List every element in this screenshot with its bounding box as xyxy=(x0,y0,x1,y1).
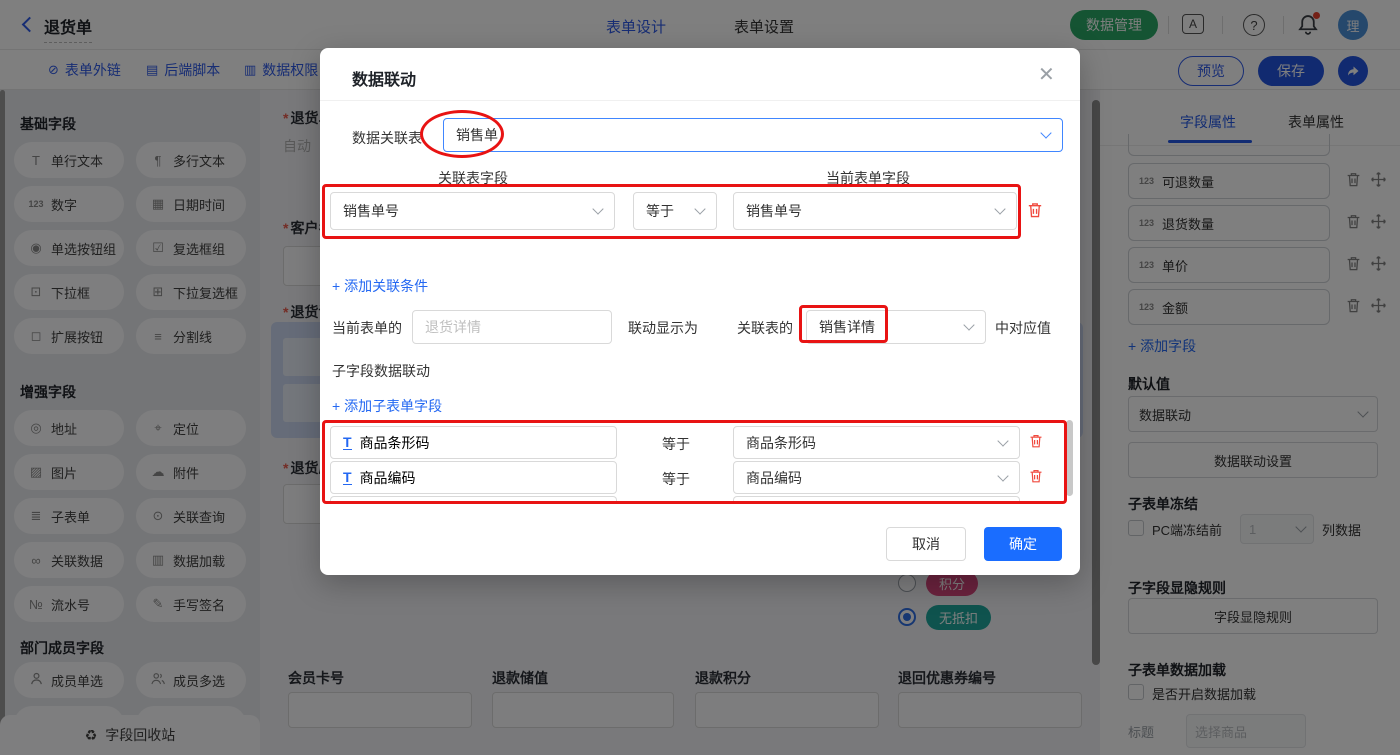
modal-header-divider xyxy=(320,100,1080,101)
display-rel-label: 关联表的 xyxy=(737,318,793,338)
display-middle: 联动显示为 xyxy=(628,318,698,338)
display-field-input[interactable]: 退货详情 xyxy=(412,310,612,344)
modal-title: 数据联动 xyxy=(352,66,416,90)
add-condition-link[interactable]: + 添加关联条件 xyxy=(332,276,428,296)
subfield-linkage-title: 子字段数据联动 xyxy=(332,361,430,381)
chevron-down-icon xyxy=(1040,127,1051,138)
confirm-button[interactable]: 确定 xyxy=(984,527,1062,561)
cancel-button[interactable]: 取消 xyxy=(886,527,966,561)
display-prefix: 当前表单的 xyxy=(332,318,402,338)
annotation-box-condition-row xyxy=(322,184,1021,239)
delete-condition-icon[interactable] xyxy=(1026,201,1044,224)
annotation-circle-relation-table xyxy=(420,110,504,158)
relation-table-select[interactable]: 销售单 xyxy=(443,118,1063,152)
chevron-down-icon xyxy=(963,319,974,330)
annotation-box-subrows xyxy=(322,420,1067,504)
modal-scrollbar[interactable] xyxy=(1066,420,1073,496)
relation-table-label: 数据关联表 xyxy=(352,128,422,148)
annotation-box-rel-value xyxy=(799,305,888,343)
close-icon[interactable]: ✕ xyxy=(1038,62,1055,87)
display-suffix: 中对应值 xyxy=(995,318,1051,338)
add-subfield-link[interactable]: + 添加子表单字段 xyxy=(332,396,442,416)
